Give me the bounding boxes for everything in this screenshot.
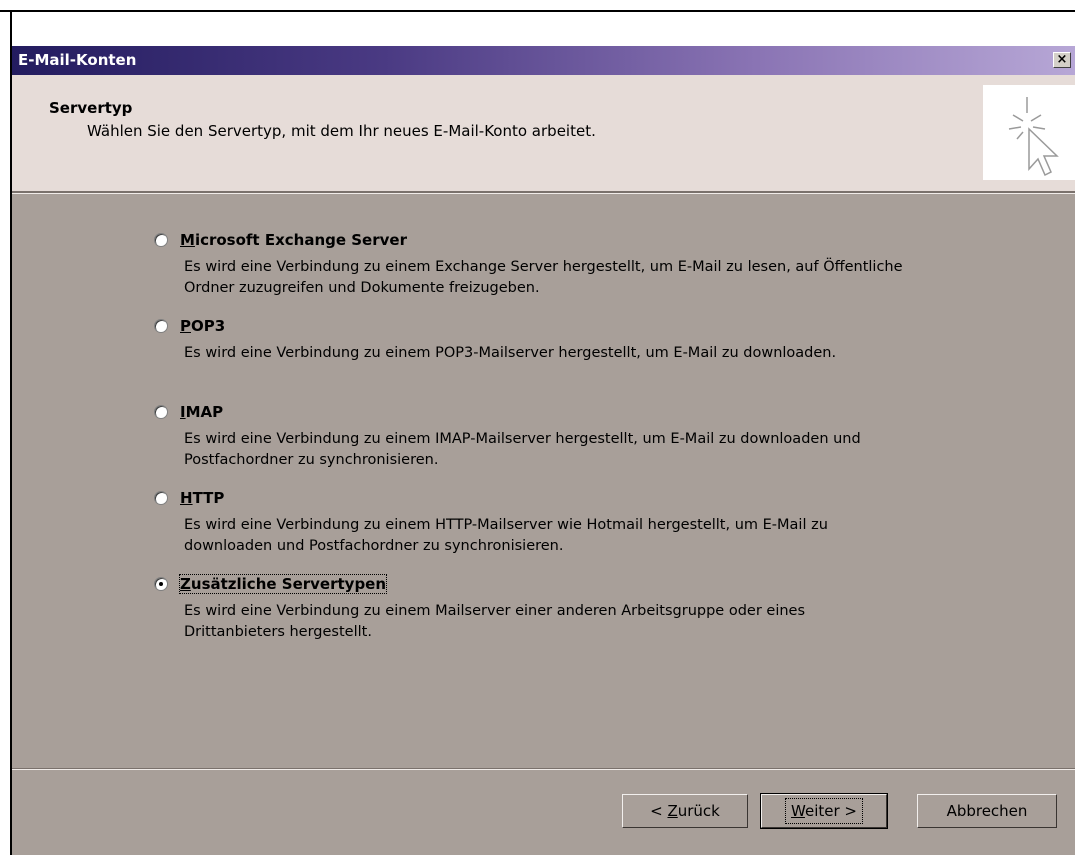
option-exchange-description: Es wird eine Verbindung zu einem Exchang… [184,259,903,296]
option-additional-servers-label[interactable]: Zusätzliche Servertypen [178,574,388,594]
page-subtitle: Wählen Sie den Servertyp, mit dem Ihr ne… [87,122,596,140]
option-imap-description: Es wird eine Verbindung zu einem IMAP-Ma… [184,431,861,468]
radio-http[interactable] [154,491,168,505]
next-button[interactable]: Weiter > [760,793,888,829]
close-icon: × [1056,52,1068,67]
back-button[interactable]: < Zurück [622,794,748,828]
radio-imap[interactable] [154,405,168,419]
option-exchange-label[interactable]: Microsoft Exchange Server [180,231,407,249]
footer-divider-highlight [12,769,1075,770]
title-bar[interactable]: E-Mail-Konten × [12,46,1075,75]
outer-frame-top [0,10,1075,12]
cancel-button[interactable]: Abbrechen [917,794,1057,828]
wizard-header: Servertyp Wählen Sie den Servertyp, mit … [12,75,1075,191]
page-title: Servertyp [49,99,133,117]
close-button[interactable]: × [1053,52,1071,68]
option-pop3-label[interactable]: POP3 [180,317,225,335]
header-divider-highlight [12,193,1075,194]
option-http-description: Es wird eine Verbindung zu einem HTTP-Ma… [184,517,828,554]
cancel-button-label: Abbrechen [946,802,1028,820]
back-button-label: < Zurück [650,802,720,820]
option-http-label[interactable]: HTTP [180,489,224,507]
radio-additional-servers[interactable] [154,577,168,591]
radio-exchange[interactable] [154,233,168,247]
window-title: E-Mail-Konten [18,51,137,69]
wizard-cursor-icon [983,85,1075,180]
radio-pop3[interactable] [154,319,168,333]
option-additional-servers-description: Es wird eine Verbindung zu einem Mailser… [184,603,806,640]
next-button-label: Weiter > [785,798,863,824]
email-accounts-dialog: E-Mail-Konten × Servertyp Wählen Sie den… [12,46,1075,855]
option-pop3-description: Es wird eine Verbindung zu einem POP3-Ma… [184,345,837,361]
option-imap-label[interactable]: IMAP [180,403,223,421]
